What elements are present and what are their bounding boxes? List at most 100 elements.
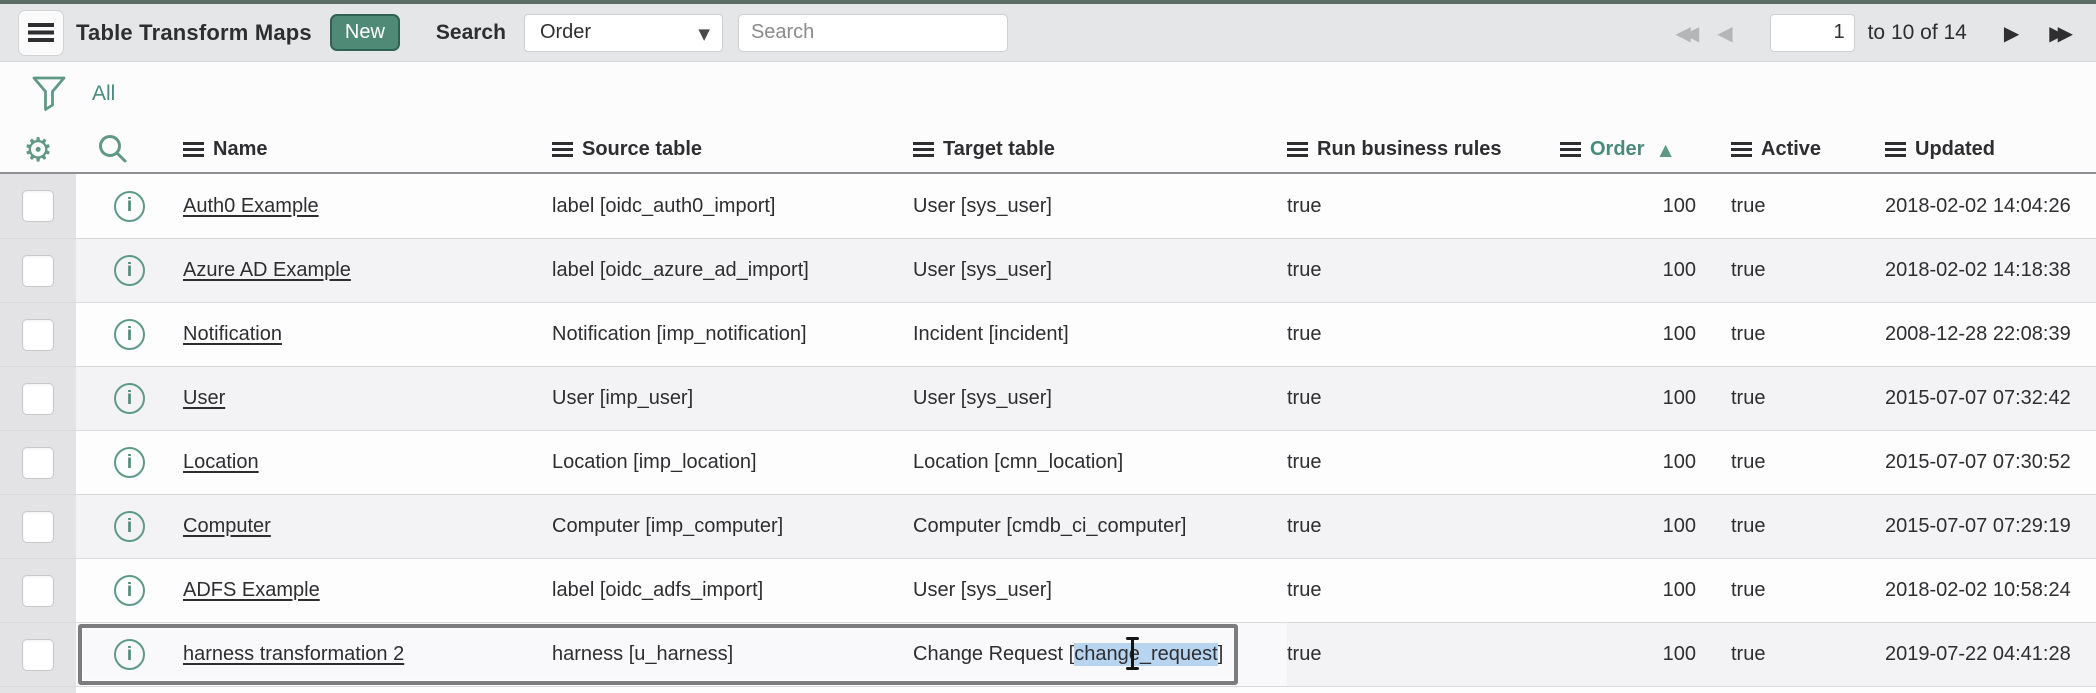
column-header-target-table[interactable]: Target table <box>913 138 1287 161</box>
cell-active[interactable]: true <box>1700 451 1885 474</box>
cell-order[interactable]: 100 <box>1540 387 1700 410</box>
cell-run-business-rules[interactable]: true <box>1287 323 1540 346</box>
search-input[interactable] <box>738 14 1008 52</box>
column-menu-icon[interactable] <box>552 142 573 157</box>
cell-run-business-rules[interactable]: true <box>1287 643 1540 666</box>
cell-order[interactable]: 100 <box>1540 451 1700 474</box>
cell-updated[interactable]: 2018-02-02 10:58:24 <box>1885 579 2096 602</box>
cell-updated[interactable]: 2015-07-07 07:30:52 <box>1885 451 2096 474</box>
previous-page-button[interactable]: ◀ <box>1717 23 1732 43</box>
filter-funnel-icon[interactable] <box>30 74 68 114</box>
cell-order[interactable]: 100 <box>1540 259 1700 282</box>
record-link[interactable]: Auth0 Example <box>183 195 319 217</box>
first-page-button[interactable]: ◀◀ <box>1675 23 1699 43</box>
cell-order[interactable]: 100 <box>1540 579 1700 602</box>
next-page-button[interactable]: ▶ <box>2004 23 2019 43</box>
new-record-button[interactable]: New <box>330 14 400 51</box>
row-checkbox[interactable] <box>22 383 54 415</box>
column-header-source-table[interactable]: Source table <box>552 138 913 161</box>
cell-source-table[interactable]: Computer [imp_computer] <box>552 515 913 538</box>
cell-updated[interactable]: 2018-02-02 14:18:38 <box>1885 259 2096 282</box>
info-icon[interactable]: i <box>114 447 145 478</box>
cell-updated[interactable]: 2018-02-02 14:04:26 <box>1885 195 2096 218</box>
column-menu-icon[interactable] <box>1885 142 1906 157</box>
column-menu-icon[interactable] <box>1731 142 1752 157</box>
breadcrumb-all[interactable]: All <box>92 82 115 106</box>
cell-updated[interactable]: 2015-07-07 07:32:42 <box>1885 387 2096 410</box>
column-menu-icon[interactable] <box>1560 142 1581 157</box>
record-link[interactable]: ADFS Example <box>183 579 320 601</box>
cell-target-table[interactable]: Location [cmn_location] <box>913 451 1287 474</box>
cell-source-table[interactable]: Location [imp_location] <box>552 451 913 474</box>
table-row: i Azure AD Example label [oidc_azure_ad_… <box>0 238 2096 302</box>
cell-active[interactable]: true <box>1700 323 1885 346</box>
row-checkbox[interactable] <box>22 255 54 287</box>
cell-active[interactable]: true <box>1700 259 1885 282</box>
row-checkbox[interactable] <box>22 190 54 222</box>
cell-target-table[interactable]: User [sys_user] <box>913 195 1287 218</box>
cell-run-business-rules[interactable]: true <box>1287 451 1540 474</box>
row-checkbox[interactable] <box>22 447 54 479</box>
cell-source-table[interactable]: label [oidc_adfs_import] <box>552 579 913 602</box>
info-icon[interactable]: i <box>114 511 145 542</box>
page-number-input[interactable] <box>1770 14 1855 52</box>
column-header-active[interactable]: Active <box>1700 138 1885 161</box>
cell-order[interactable]: 100 <box>1540 195 1700 218</box>
info-icon[interactable]: i <box>114 255 145 286</box>
cell-target-table[interactable]: Computer [cmdb_ci_computer] <box>913 515 1287 538</box>
column-header-order[interactable]: Order ▲ <box>1540 138 1700 161</box>
column-header-updated[interactable]: Updated <box>1885 138 2096 161</box>
record-link[interactable]: Notification <box>183 323 282 345</box>
cell-source-table[interactable]: Notification [imp_notification] <box>552 323 913 346</box>
column-header-name[interactable]: Name <box>183 138 552 161</box>
record-link[interactable]: User <box>183 387 225 409</box>
row-checkbox[interactable] <box>22 511 54 543</box>
record-link[interactable]: harness transformation 2 <box>183 643 404 666</box>
last-page-button[interactable]: ▶▶ <box>2049 23 2073 43</box>
cell-target-table[interactable]: User [sys_user] <box>913 259 1287 282</box>
cell-active[interactable]: true <box>1700 195 1885 218</box>
cell-run-business-rules[interactable]: true <box>1287 387 1540 410</box>
cell-active[interactable]: true <box>1700 643 1885 666</box>
cell-updated[interactable]: 2008-12-28 22:08:39 <box>1885 323 2096 346</box>
info-icon[interactable]: i <box>114 191 145 222</box>
info-icon[interactable]: i <box>114 639 145 670</box>
cell-run-business-rules[interactable]: true <box>1287 259 1540 282</box>
search-column-select[interactable]: Order ▼ <box>524 14 723 52</box>
cell-active[interactable]: true <box>1700 515 1885 538</box>
info-icon[interactable]: i <box>114 575 145 606</box>
cell-target-table[interactable]: User [sys_user] <box>913 387 1287 410</box>
cell-source-table[interactable]: User [imp_user] <box>552 387 913 410</box>
search-icon[interactable] <box>96 132 130 166</box>
cell-source-table[interactable]: label [oidc_auth0_import] <box>552 195 913 218</box>
column-menu-icon[interactable] <box>183 142 204 157</box>
info-icon[interactable]: i <box>114 319 145 350</box>
cell-target-table[interactable]: Change Request [change_request] <box>913 623 1287 686</box>
list-menu-button[interactable] <box>18 10 64 56</box>
row-checkbox[interactable] <box>22 319 54 351</box>
cell-run-business-rules[interactable]: true <box>1287 195 1540 218</box>
cell-updated[interactable]: 2015-07-07 07:29:19 <box>1885 515 2096 538</box>
cell-run-business-rules[interactable]: true <box>1287 515 1540 538</box>
cell-order[interactable]: 100 <box>1540 323 1700 346</box>
cell-target-table[interactable]: User [sys_user] <box>913 579 1287 602</box>
cell-run-business-rules[interactable]: true <box>1287 579 1540 602</box>
info-icon[interactable]: i <box>114 383 145 414</box>
record-link[interactable]: Computer <box>183 515 271 537</box>
cell-active[interactable]: true <box>1700 579 1885 602</box>
record-link[interactable]: Azure AD Example <box>183 259 351 281</box>
gear-icon[interactable]: ⚙ <box>23 133 53 166</box>
cell-source-table[interactable]: harness [u_harness] <box>552 623 913 686</box>
column-menu-icon[interactable] <box>913 142 934 157</box>
row-checkbox[interactable] <box>22 575 54 607</box>
row-checkbox[interactable] <box>22 639 54 671</box>
cell-target-table[interactable]: Incident [incident] <box>913 323 1287 346</box>
record-link[interactable]: Location <box>183 451 259 473</box>
cell-order[interactable]: 100 <box>1540 643 1700 666</box>
cell-source-table[interactable]: label [oidc_azure_ad_import] <box>552 259 913 282</box>
cell-active[interactable]: true <box>1700 387 1885 410</box>
cell-order[interactable]: 100 <box>1540 515 1700 538</box>
column-header-run-business-rules[interactable]: Run business rules <box>1287 138 1540 161</box>
column-menu-icon[interactable] <box>1287 142 1308 157</box>
cell-updated[interactable]: 2019-07-22 04:41:28 <box>1885 643 2096 666</box>
